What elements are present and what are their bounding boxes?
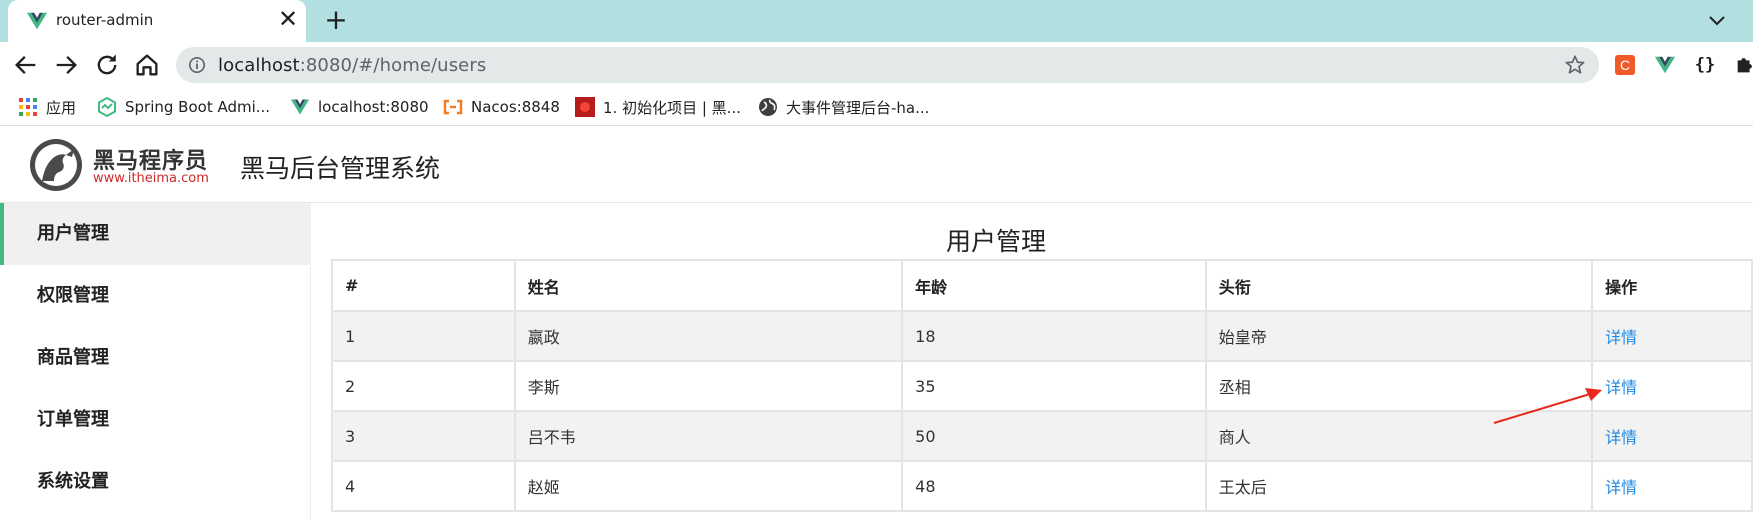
bookmark-label: Nacos:8848 [471, 98, 560, 116]
bookmark-label: 1. 初始化项目 | 黑... [603, 98, 741, 117]
bookmark-apps[interactable]: 应用 [18, 96, 76, 118]
bookmark-label: Spring Boot Admi... [125, 98, 271, 116]
url-text[interactable]: localhost:8080/#/home/users [218, 55, 486, 76]
spring-boot-admin-icon [98, 97, 116, 117]
forward-icon[interactable] [52, 51, 80, 79]
table-header-row: # 姓名 年龄 头衔 操作 [331, 259, 1753, 312]
logo-url: www.itheima.com [93, 171, 209, 186]
sidebar-item-orders[interactable]: 订单管理 [0, 389, 311, 451]
cell-name: 赵姬 [513, 460, 904, 512]
close-tab-icon[interactable]: ✕ [276, 7, 300, 31]
cell-index: 4 [331, 460, 516, 512]
puzzle-extension-icon[interactable] [1734, 54, 1753, 76]
address-bar[interactable]: localhost:8080/#/home/users [176, 47, 1599, 83]
column-header-age: 年龄 [901, 259, 1207, 312]
vue-logo-icon [26, 12, 48, 30]
users-table: # 姓名 年龄 头衔 操作 1 嬴政 18 始皇帝 详情 2 李斯 35 丞相 … [331, 259, 1753, 512]
bookmark-init-project[interactable]: 1. 初始化项目 | 黑... [575, 96, 741, 118]
new-tab-button[interactable]: + [322, 6, 350, 34]
detail-link[interactable]: 详情 [1605, 428, 1637, 447]
apps-grid-icon [19, 98, 37, 116]
cell-age: 48 [901, 460, 1207, 512]
table-row: 3 吕不韦 50 商人 详情 [331, 410, 1753, 462]
cell-index: 3 [331, 410, 516, 462]
cell-title: 丞相 [1204, 360, 1594, 412]
bookmark-star-icon[interactable] [1564, 54, 1586, 76]
cell-title: 始皇帝 [1204, 310, 1594, 362]
itheima-logo: 黑马程序员 www.itheima.com [28, 137, 218, 193]
nacos-icon [443, 99, 463, 115]
sidebar-item-permissions[interactable]: 权限管理 [0, 265, 311, 327]
bookmark-nacos[interactable]: Nacos:8848 [443, 96, 560, 118]
cell-index: 1 [331, 310, 516, 362]
cell-action: 详情 [1591, 310, 1753, 362]
cell-title: 商人 [1204, 410, 1594, 462]
sidebar-item-users[interactable]: 用户管理 [0, 203, 311, 265]
c-extension-icon[interactable]: C [1614, 54, 1636, 76]
column-header-index: # [331, 259, 516, 312]
sidebar: 用户管理 权限管理 商品管理 订单管理 系统设置 [0, 203, 311, 520]
json-extension-icon[interactable]: {} [1694, 54, 1716, 76]
info-icon[interactable] [188, 56, 206, 74]
column-header-action: 操作 [1591, 259, 1753, 312]
bookmark-spring-boot-admin[interactable]: Spring Boot Admi... [97, 96, 270, 118]
cell-age: 50 [901, 410, 1207, 462]
cell-action: 详情 [1591, 460, 1753, 512]
back-icon[interactable] [12, 51, 40, 79]
cell-title: 王太后 [1204, 460, 1594, 512]
sidebar-item-products[interactable]: 商品管理 [0, 327, 311, 389]
cell-age: 35 [901, 360, 1207, 412]
main-content: 用户管理 # 姓名 年龄 头衔 操作 1 嬴政 18 始皇帝 详情 2 李斯 3… [311, 203, 1753, 520]
cell-index: 2 [331, 360, 516, 412]
bookmark-label: 大事件管理后台-ha... [786, 98, 930, 117]
app-title: 黑马后台管理系统 [240, 154, 441, 183]
cell-name: 李斯 [513, 360, 904, 412]
table-row: 2 李斯 35 丞相 详情 [331, 360, 1753, 412]
vue-logo-icon [290, 99, 310, 115]
url-path: :8080/#/home/users [299, 55, 487, 76]
column-header-title: 头衔 [1204, 259, 1594, 312]
browser-tab[interactable]: router-admin ✕ [8, 0, 306, 42]
vue-devtools-icon[interactable] [1654, 54, 1676, 76]
home-icon[interactable] [133, 51, 161, 79]
bookmark-localhost[interactable]: localhost:8080 [290, 96, 429, 118]
cell-action: 详情 [1591, 410, 1753, 462]
page-title: 用户管理 [945, 227, 1046, 256]
cell-name: 嬴政 [513, 310, 904, 362]
detail-link[interactable]: 详情 [1605, 478, 1637, 497]
tab-title: router-admin [56, 11, 154, 29]
horse-logo-icon [30, 139, 82, 191]
detail-link[interactable]: 详情 [1605, 378, 1637, 397]
column-header-name: 姓名 [513, 259, 904, 312]
reload-icon[interactable] [93, 51, 121, 79]
cell-action: 详情 [1591, 360, 1753, 412]
cell-name: 吕不韦 [513, 410, 904, 462]
bookmark-label: 应用 [46, 98, 77, 117]
app-header: 黑马程序员 www.itheima.com 黑马后台管理系统 [0, 127, 1753, 203]
globe-icon [759, 98, 777, 116]
url-host: localhost [218, 55, 300, 76]
sidebar-item-settings[interactable]: 系统设置 [0, 451, 311, 513]
table-row: 1 嬴政 18 始皇帝 详情 [331, 310, 1753, 362]
browser-toolbar: localhost:8080/#/home/users C {} [0, 42, 1753, 88]
chevron-down-icon[interactable] [1705, 8, 1729, 32]
red-site-icon [575, 97, 595, 117]
c-extension-glyph: C [1620, 57, 1630, 73]
bookmark-big-event-admin[interactable]: 大事件管理后台-ha... [758, 96, 929, 118]
browser-tab-strip: router-admin ✕ + [0, 0, 1753, 42]
detail-link[interactable]: 详情 [1605, 328, 1637, 347]
cell-age: 18 [901, 310, 1207, 362]
bookmarks-bar: 应用 Spring Boot Admi... localhost:8080 Na… [0, 88, 1753, 126]
table-row: 4 赵姬 48 王太后 详情 [331, 460, 1753, 512]
bookmark-label: localhost:8080 [318, 98, 429, 116]
